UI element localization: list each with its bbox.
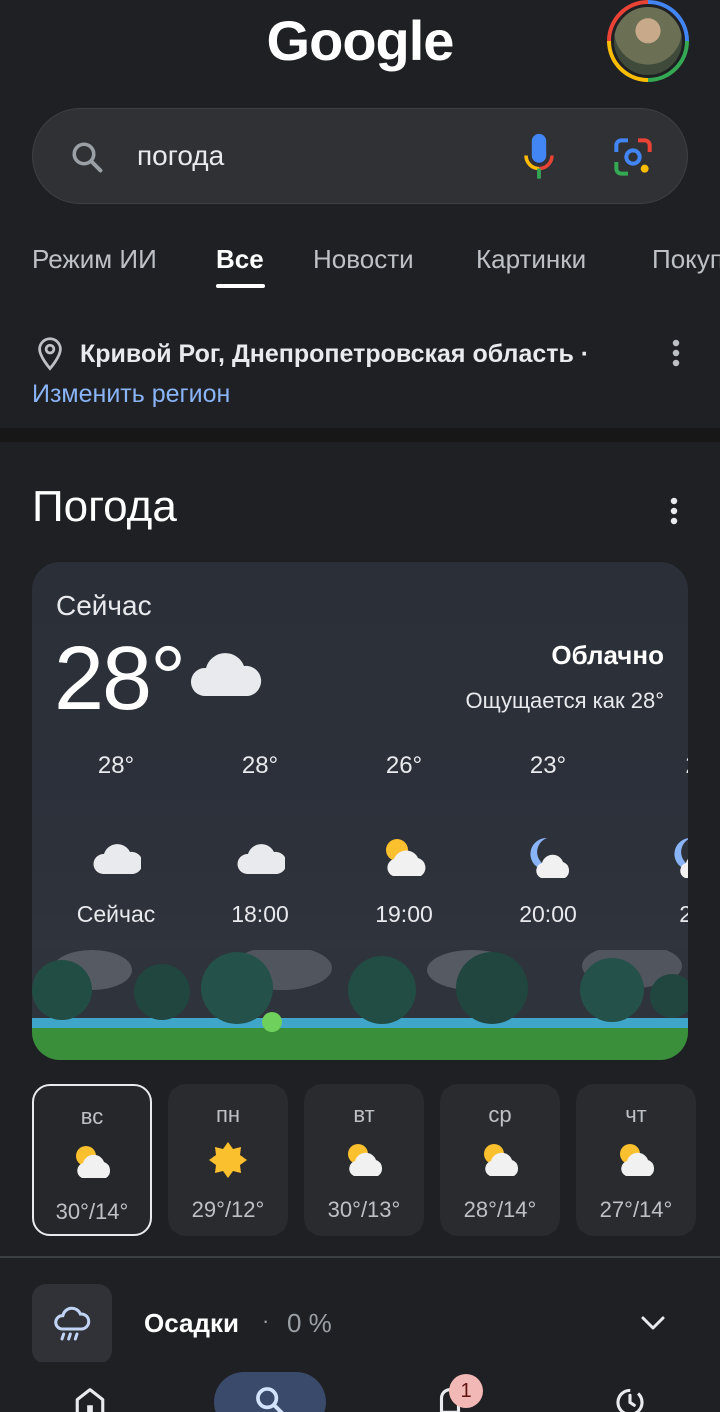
- weather-card[interactable]: Сейчас 28° Облачно Ощущается как 28° 28°…: [32, 562, 688, 1060]
- precipitation-icon-box: [32, 1284, 112, 1364]
- day-temps: 30°/14°: [55, 1199, 129, 1224]
- day-name: вс: [80, 1104, 104, 1129]
- hour-time: Сейчас: [76, 901, 156, 927]
- divider: [0, 1256, 720, 1258]
- day-item[interactable]: вт 30°/13°: [304, 1084, 424, 1236]
- day-name: ср: [488, 1102, 512, 1127]
- more-vert-icon[interactable]: [668, 338, 684, 368]
- section-divider: [0, 428, 720, 442]
- tab-all[interactable]: Все: [216, 244, 264, 275]
- active-tab-indicator: [216, 284, 265, 288]
- sun-cloud-icon: [348, 1144, 383, 1176]
- google-lens-icon[interactable]: [613, 137, 653, 177]
- day-item[interactable]: вс 30°/14°: [32, 1084, 152, 1236]
- tab-news[interactable]: Новости: [313, 244, 414, 275]
- hour-temp: 2: [632, 752, 688, 786]
- cloud-icon: [93, 844, 143, 874]
- hour-item: 26° 19:00: [344, 752, 464, 928]
- hourly-forecast[interactable]: 28° Сейчас 28° 18:00 26° 19:00 23° 20:00…: [32, 752, 688, 942]
- cloud-icon: [237, 844, 287, 874]
- hour-temp: 26°: [385, 752, 423, 779]
- weather-landscape-illustration: [32, 950, 688, 1060]
- precipitation-label: Осадки: [144, 1308, 239, 1338]
- sun-cloud-icon: [620, 1144, 655, 1176]
- precipitation-separator: ·: [262, 1308, 270, 1333]
- location-pin-icon: [38, 337, 62, 371]
- hour-item: 28° 18:00: [200, 752, 320, 928]
- location-text: Кривой Рог, Днепропетровская область ·: [80, 340, 590, 368]
- voice-search-icon[interactable]: [521, 131, 557, 183]
- notification-badge: 1: [449, 1374, 483, 1408]
- hour-time: 20:00: [519, 901, 577, 927]
- google-search-page: Google погода Режим ИИ Все Новости Карти…: [0, 0, 720, 1412]
- day-temps: 29°/12°: [191, 1197, 265, 1222]
- tab-images[interactable]: Картинки: [476, 244, 586, 275]
- day-name: чт: [625, 1102, 647, 1127]
- now-label: Сейчас: [56, 590, 152, 621]
- search-input[interactable]: погода: [137, 140, 224, 172]
- hour-temp: 28°: [97, 752, 135, 779]
- search-icon[interactable]: [253, 1384, 287, 1412]
- moon-cloud-icon: [530, 837, 570, 878]
- day-temps: 30°/13°: [327, 1197, 401, 1222]
- change-region-link[interactable]: Изменить регион: [32, 380, 230, 409]
- history-icon[interactable]: [613, 1384, 647, 1412]
- hour-time: 21: [679, 901, 688, 927]
- current-temperature: 28°: [54, 629, 186, 729]
- day-temps: 27°/14°: [599, 1197, 673, 1222]
- account-avatar-button[interactable]: [607, 0, 689, 82]
- sun-cloud-icon: [484, 1144, 519, 1176]
- day-name: вт: [353, 1102, 375, 1127]
- tab-shopping[interactable]: Покуп: [652, 244, 720, 275]
- day-item[interactable]: пн 29°/12°: [168, 1084, 288, 1236]
- search-icon: [72, 142, 103, 173]
- daily-forecast: вс 30°/14° пн 29°/12° вт 30°/13° ср 28°/…: [32, 1084, 720, 1238]
- search-bar[interactable]: погода: [32, 108, 688, 204]
- moon-cloud-icon: [674, 838, 688, 878]
- weather-title: Погода: [32, 482, 177, 531]
- day-item[interactable]: чт 27°/14°: [576, 1084, 696, 1236]
- hour-temp: 23°: [529, 752, 567, 779]
- sun-cloud-icon: [76, 1146, 111, 1178]
- rain-cloud-icon: [54, 1306, 91, 1341]
- weather-more-icon[interactable]: [666, 496, 682, 526]
- day-temps: 28°/14°: [463, 1197, 537, 1222]
- hour-item: 2 21: [632, 752, 688, 928]
- cloud-icon: [190, 653, 262, 696]
- chevron-down-icon[interactable]: [640, 1312, 666, 1334]
- hour-item: 28° Сейчас: [56, 752, 176, 928]
- hour-item: 23° 20:00: [488, 752, 608, 928]
- hour-time: 18:00: [231, 901, 289, 927]
- feels-like: Ощущается как 28°: [465, 688, 664, 713]
- sun-icon: [209, 1142, 247, 1178]
- precipitation-value: 0 %: [287, 1308, 332, 1338]
- weather-condition: Облачно: [551, 640, 664, 670]
- sun-cloud-icon: [386, 839, 426, 876]
- day-item[interactable]: ср 28°/14°: [440, 1084, 560, 1236]
- bottom-navigation: 1: [0, 1362, 720, 1412]
- tab-ai-mode[interactable]: Режим ИИ: [32, 244, 157, 275]
- hour-time: 19:00: [375, 901, 433, 927]
- hour-temp: 28°: [241, 752, 279, 779]
- day-name: пн: [215, 1102, 241, 1127]
- home-icon[interactable]: [73, 1384, 107, 1412]
- avatar: [611, 4, 685, 78]
